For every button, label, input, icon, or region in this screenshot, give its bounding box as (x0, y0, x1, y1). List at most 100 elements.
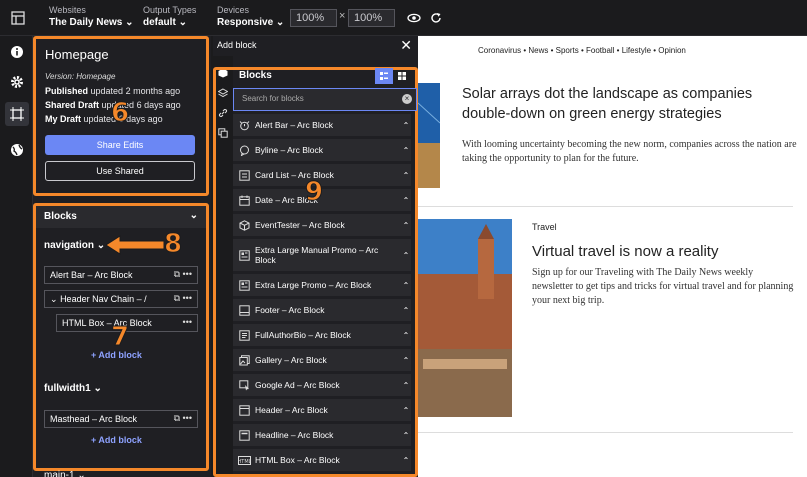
section-fullwidth1[interactable]: fullwidth1 ⌄ (44, 383, 102, 394)
chevron-up-icon[interactable]: ⌃ (401, 251, 411, 260)
add-block-title: Add block (217, 40, 257, 50)
output-types-value: default (143, 17, 176, 28)
solar-panel-image (418, 83, 440, 188)
catalog-item-extra-large-promo[interactable]: Extra Large Promo – Arc Block ⌃ (233, 274, 411, 296)
version-label: Version: Homepage (45, 72, 116, 81)
chevron-down-icon: ⌄ (77, 470, 86, 477)
block-item-alert-bar[interactable]: Alert Bar – Arc Block ⧉ ••• (44, 266, 198, 284)
chevron-up-icon[interactable]: ⌃ (401, 221, 411, 230)
top-toolbar: Websites The Daily News ⌄ Output Types d… (0, 0, 807, 36)
chevron-up-icon[interactable]: ⌃ (401, 171, 411, 180)
width-input[interactable]: 100% (290, 9, 337, 27)
box-icon (233, 219, 255, 231)
catalog-item-byline[interactable]: Byline – Arc Block ⌃ (233, 139, 411, 161)
callout-number: 8 (163, 229, 183, 260)
block-item-masthead[interactable]: Masthead – Arc Block ⧉ ••• (44, 410, 198, 428)
blocks-header-label: Blocks (44, 211, 77, 222)
headline-icon (233, 429, 255, 441)
callout-number: 9 (304, 177, 324, 208)
divider (418, 206, 793, 207)
chevron-up-icon[interactable]: ⌃ (401, 331, 411, 340)
close-icon[interactable]: ✕ (400, 37, 412, 54)
chevron-down-icon: ⌄ (96, 240, 106, 251)
catalog-item-alert-bar[interactable]: Alert Bar – Arc Block ⌃ (233, 114, 411, 136)
chevron-up-icon[interactable]: ⌃ (401, 196, 411, 205)
catalog-item-fullauthorbio[interactable]: FullAuthorBio – Arc Block ⌃ (233, 324, 411, 346)
speech-bubble-icon (233, 145, 255, 156)
alarm-icon (233, 120, 255, 131)
chevron-up-icon[interactable]: ⌃ (401, 306, 411, 315)
catalog-item-footer[interactable]: Footer – Arc Block ⌃ (233, 299, 411, 321)
add-block-link[interactable]: + Add block (91, 435, 142, 445)
websites-value: The Daily News (49, 17, 123, 28)
chevron-up-icon[interactable]: ⌃ (401, 406, 411, 415)
calendar-icon (233, 195, 255, 206)
frame-icon[interactable] (5, 102, 29, 126)
add-block-header: Add block ✕ (213, 36, 418, 56)
html-icon: HTML (233, 455, 255, 466)
chevron-down-icon: ⌄ (50, 294, 58, 304)
left-rail (0, 36, 33, 477)
catalog-item-eventtester[interactable]: EventTester – Arc Block ⌃ (233, 214, 411, 236)
view-toggle (375, 68, 411, 84)
blocks-header[interactable]: Blocks ⌄ (36, 206, 206, 228)
block-item-header-nav-chain[interactable]: ⌄ Header Nav Chain – / ⧉ ••• (44, 290, 198, 308)
external-link-icon[interactable]: ⧉ ••• (173, 293, 192, 304)
info-icon[interactable] (5, 40, 29, 64)
share-edits-button[interactable]: Share Edits (45, 135, 195, 155)
more-icon[interactable]: ••• (183, 317, 192, 327)
callout-number: 7 (110, 322, 130, 353)
header-icon (233, 404, 255, 416)
refresh-icon[interactable] (424, 6, 448, 30)
catalog-item-extra-large-manual-promo[interactable]: Extra Large Manual Promo – Arc Block ⌃ (233, 239, 411, 271)
external-link-icon[interactable]: ⧉ ••• (174, 269, 192, 280)
section-navigation[interactable]: navigation ⌄ (44, 240, 105, 251)
catalog-item-header[interactable]: Header – Arc Block ⌃ (233, 399, 411, 421)
section-main-1[interactable]: main-1 ⌄ (44, 470, 86, 477)
devices-select[interactable]: Devices Responsive ⌄ (217, 5, 284, 30)
chevron-up-icon[interactable]: ⌃ (401, 281, 411, 290)
external-link-icon[interactable]: ⧉ ••• (174, 413, 192, 424)
story1-headline[interactable]: Solar arrays dot the landscape as compan… (462, 84, 792, 124)
catalog-item-html-box[interactable]: HTML HTML Box – Arc Block ⌃ (233, 449, 411, 471)
grid-view-icon[interactable] (393, 68, 411, 84)
globe-icon[interactable] (5, 138, 29, 162)
chevron-up-icon[interactable]: ⌃ (401, 356, 411, 365)
catalog-item-gallery[interactable]: Gallery – Arc Block ⌃ (233, 349, 411, 371)
chevron-down-icon: ⌄ (178, 17, 187, 28)
page-title: Homepage (45, 47, 109, 62)
output-types-label: Output Types (143, 5, 197, 15)
preview-nav[interactable]: Coronavirus • News • Sports • Football •… (478, 46, 686, 55)
devices-label: Devices (217, 5, 250, 15)
search-input[interactable]: Search for blocks × (233, 88, 417, 111)
list-view-icon[interactable] (375, 68, 393, 84)
catalog-item-headline[interactable]: Headline – Arc Block ⌃ (233, 424, 411, 446)
output-types-select[interactable]: Output Types default ⌄ (143, 5, 196, 30)
devices-value: Responsive (217, 17, 274, 28)
websites-label: Websites (49, 5, 86, 15)
travel-plaza-image (418, 219, 512, 417)
chevron-up-icon[interactable]: ⌃ (401, 456, 411, 465)
eye-icon[interactable] (402, 6, 426, 30)
blocks-catalog-title: Blocks (239, 70, 272, 81)
gear-icon[interactable] (5, 70, 29, 94)
story2-headline[interactable]: Virtual travel is now a reality (532, 242, 792, 262)
clear-search-icon[interactable]: × (402, 94, 412, 104)
height-input[interactable]: 100% (348, 9, 395, 27)
divider (418, 432, 793, 433)
use-shared-button[interactable]: Use Shared (45, 161, 195, 181)
search-placeholder: Search for blocks (242, 94, 304, 103)
websites-select[interactable]: Websites The Daily News ⌄ (49, 5, 134, 30)
chevron-up-icon[interactable]: ⌃ (401, 381, 411, 390)
chevron-up-icon[interactable]: ⌃ (401, 121, 411, 130)
chevron-down-icon: ⌄ (125, 17, 134, 28)
story2-tag[interactable]: Travel (532, 222, 557, 232)
chevron-up-icon[interactable]: ⌃ (401, 431, 411, 440)
promo-icon (233, 279, 255, 291)
gallery-icon (233, 354, 255, 366)
promo-icon (233, 249, 255, 261)
svg-text:HTML: HTML (238, 458, 251, 464)
catalog-item-google-ad[interactable]: Google Ad – Arc Block ⌃ (233, 374, 411, 396)
layout-panel-icon[interactable] (6, 6, 30, 30)
chevron-up-icon[interactable]: ⌃ (401, 146, 411, 155)
